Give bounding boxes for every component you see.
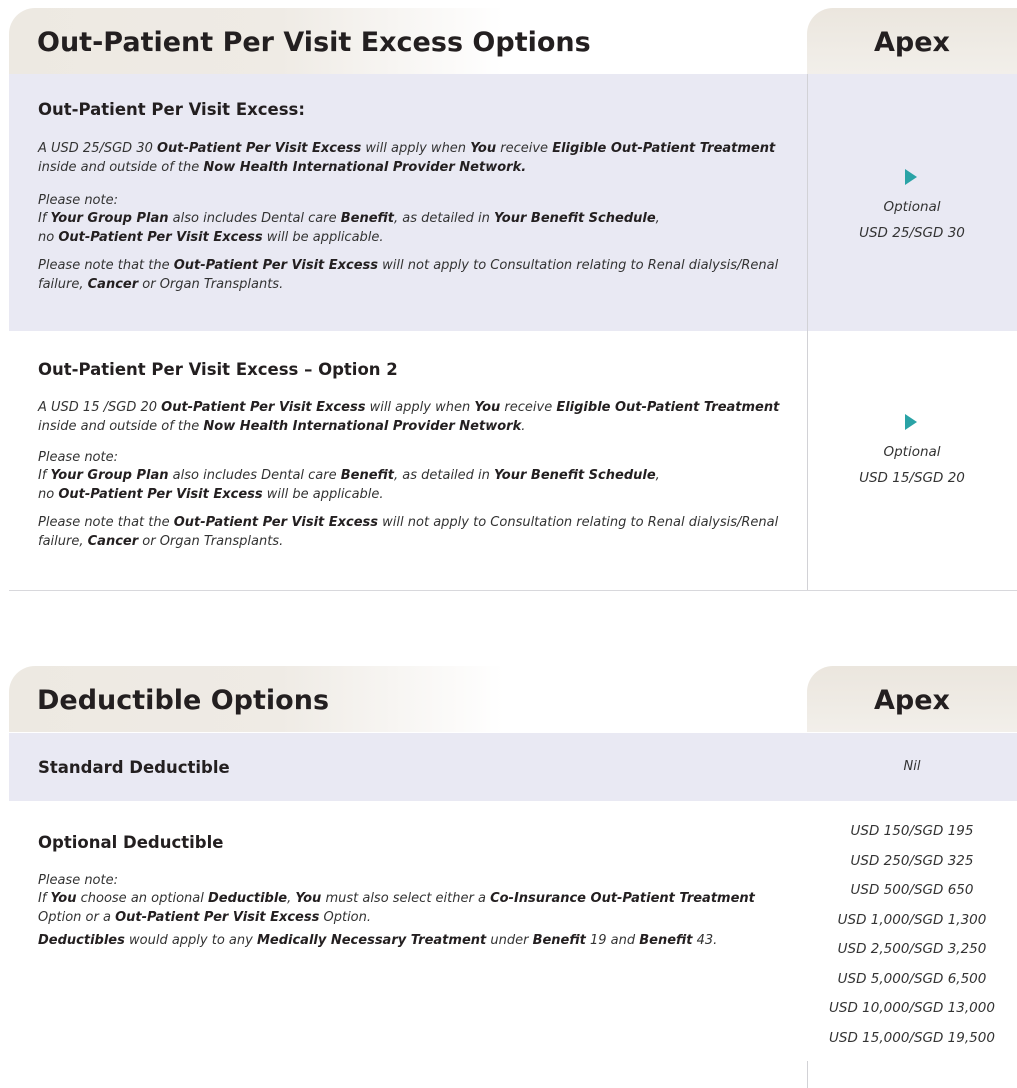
section-title: Deductible Options	[37, 685, 330, 716]
row-heading: Standard Deductible	[38, 758, 230, 777]
excess-description: A USD 25/SGD 30 Out-Patient Per Visit Ex…	[38, 141, 776, 175]
standard-deductible-value-cell: Nil	[807, 733, 1017, 801]
deductible-values-list: USD 150/SGD 195 USD 250/SGD 325 USD 500/SG…	[807, 817, 1017, 1053]
emphasis-text: Out-Patient Per Visit Excess	[157, 141, 362, 156]
deductible-value: USD 500/SGD 650	[850, 882, 974, 898]
please-note-label: Please note:	[38, 193, 118, 208]
option-value: USD 25/SGD 30	[859, 225, 965, 241]
emphasis-text: Cancer	[87, 277, 139, 292]
emphasis-text: Deductible	[207, 891, 288, 906]
emphasis-text: You	[295, 891, 322, 906]
emphasis-text: Your Benefit Schedule	[494, 211, 656, 226]
section-title: Out-Patient Per Visit Excess Options	[37, 27, 591, 58]
standard-deductible-value: Nil	[903, 759, 921, 774]
emphasis-text: Out-Patient Per Visit Excess	[58, 487, 263, 502]
standard-deductible-row: Standard Deductible Nil	[9, 733, 1017, 801]
emphasis-text: Benefit	[639, 933, 693, 948]
emphasis-text: Benefit	[340, 211, 394, 226]
plan-header: Apex	[807, 8, 1017, 74]
section-header: Out-Patient Per Visit Excess Options Ape…	[9, 8, 1017, 74]
plan-header: Apex	[807, 666, 1017, 732]
emphasis-text: Co-Insurance Out-Patient Treatment	[490, 891, 755, 906]
optional-deductible-row: Optional Deductible Please note: If You …	[9, 801, 1017, 1088]
excess-options-section: Out-Patient Per Visit Excess Options Ape…	[9, 8, 1017, 592]
emphasis-text: You	[474, 400, 501, 415]
emphasis-text: Now Health International Provider Networ…	[203, 160, 527, 175]
emphasis-text: Medically Necessary Treatment	[256, 933, 487, 948]
row-heading: Optional Deductible	[38, 833, 224, 852]
deductible-value: USD 2,500/SGD 3,250	[837, 941, 987, 957]
deductible-value: USD 10,000/SGD 13,000	[829, 1000, 995, 1016]
plan-name: Apex	[874, 27, 950, 58]
plan-name: Apex	[874, 685, 950, 716]
emphasis-text: Your Group Plan	[50, 211, 169, 226]
emphasis-text: Out-Patient Per Visit Excess	[173, 258, 379, 273]
dental-note: If Your Group Plan also includes Dental …	[38, 468, 660, 502]
deductible-value: USD 250/SGD 325	[850, 852, 974, 869]
play-icon	[905, 414, 917, 430]
emphasis-text: Now Health International Provider Networ…	[203, 419, 522, 434]
option-value: USD 15/SGD 20	[859, 470, 965, 486]
option-cell: Optional USD 25/SGD 30	[807, 74, 1017, 331]
excess-row-2: Out-Patient Per Visit Excess – Option 2 …	[9, 331, 1017, 590]
exclusion-note: Please note that the Out-Patient Per Vis…	[38, 515, 779, 549]
row-heading: Out-Patient Per Visit Excess:	[38, 100, 305, 119]
emphasis-text: Eligible Out-Patient Treatment	[556, 400, 780, 415]
section-header: Deductible Options Apex	[9, 666, 1017, 732]
excess-row-1: Out-Patient Per Visit Excess: A USD 25/S…	[9, 74, 1017, 331]
deductible-value: USD 15,000/SGD 19,500	[829, 1029, 995, 1046]
emphasis-text: Out-Patient Per Visit Excess	[58, 230, 263, 245]
please-note-label: Please note:	[38, 873, 118, 888]
please-note-label: Please note:	[38, 450, 118, 465]
deductible-value: USD 1,000/SGD 1,300	[837, 911, 987, 928]
emphasis-text: Deductibles	[38, 933, 125, 948]
deductible-options-section: Deductible Options Apex Standard Deducti…	[9, 666, 1017, 1088]
option-label: Optional	[883, 444, 941, 460]
exclusion-note: Please note that the Out-Patient Per Vis…	[38, 258, 779, 292]
emphasis-text: You	[50, 891, 77, 906]
deductible-value: USD 5,000/SGD 6,500	[837, 970, 987, 987]
emphasis-text: Benefit	[340, 468, 394, 483]
dental-note: If Your Group Plan also includes Dental …	[38, 211, 660, 245]
emphasis-text: You	[470, 141, 497, 156]
play-icon	[905, 169, 917, 185]
emphasis-text: Your Benefit Schedule	[494, 468, 656, 483]
emphasis-text: Out-Patient Per Visit Excess	[115, 910, 320, 925]
row-heading: Out-Patient Per Visit Excess – Option 2	[38, 360, 398, 379]
emphasis-text: Benefit	[532, 933, 586, 948]
emphasis-text: Your Group Plan	[50, 468, 169, 483]
deductible-value: USD 150/SGD 195	[850, 823, 974, 839]
section-bottom-rule	[9, 590, 1017, 591]
deductible-values-cell: USD 150/SGD 195 USD 250/SGD 325 USD 500/SG…	[807, 801, 1017, 1088]
option-label: Optional	[883, 199, 941, 215]
excess-description: A USD 15 /SGD 20 Out-Patient Per Visit E…	[38, 400, 780, 434]
deductible-scope-note: Deductibles would apply to any Medically…	[38, 933, 718, 948]
emphasis-text: Out-Patient Per Visit Excess	[161, 400, 366, 415]
emphasis-text: Out-Patient Per Visit Excess	[173, 515, 379, 530]
emphasis-text: Eligible Out-Patient Treatment	[552, 141, 776, 156]
deductible-note: If You choose an optional Deductible, Yo…	[38, 891, 755, 925]
emphasis-text: Cancer	[87, 534, 139, 549]
option-cell: Optional USD 15/SGD 20	[807, 331, 1017, 590]
